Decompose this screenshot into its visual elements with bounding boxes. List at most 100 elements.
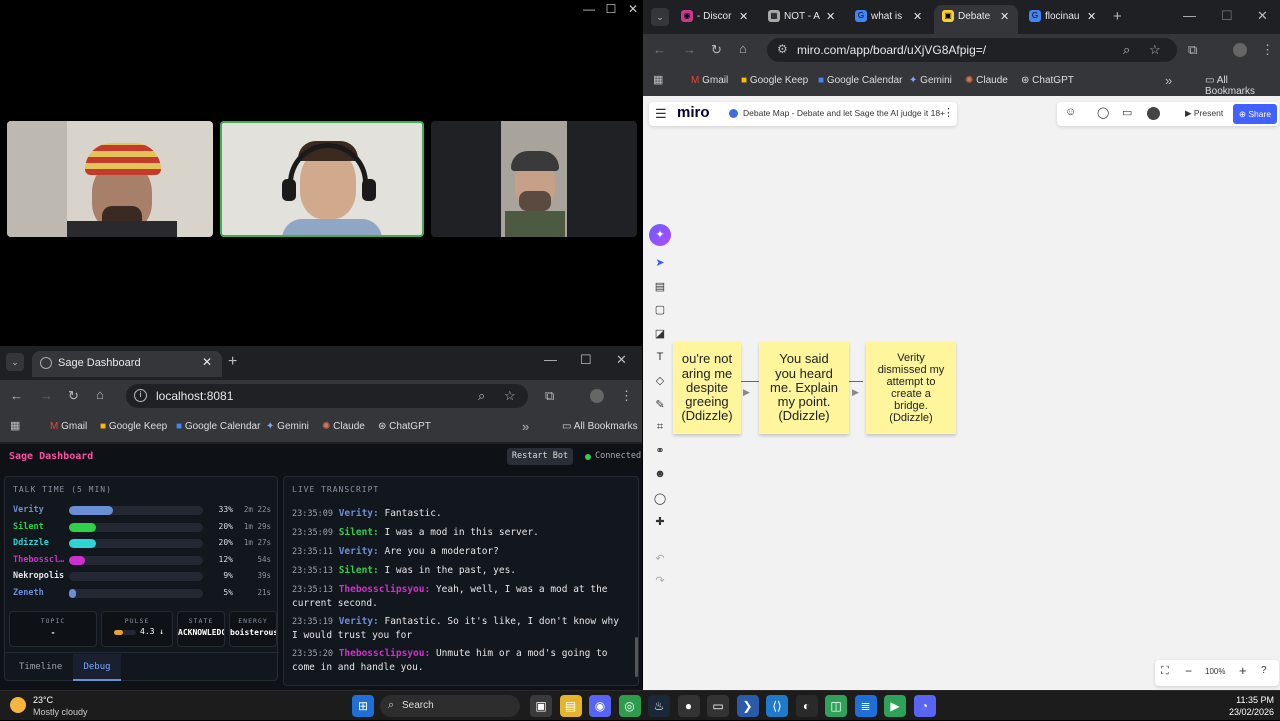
notepad-icon[interactable]: ≣ (854, 695, 877, 717)
comments-icon[interactable]: ◯ (1097, 106, 1109, 119)
bookmark-google-keep[interactable]: ■ Google Keep (100, 421, 167, 432)
bookmark-claude[interactable]: ✺ Claude (322, 421, 365, 432)
terminal-icon[interactable]: ▭ (707, 695, 729, 717)
apps-grid-icon[interactable]: ▦ (653, 73, 663, 86)
bookmark-google-calendar[interactable]: ■ Google Calendar (176, 421, 260, 432)
link-icon[interactable]: ⚭ (652, 444, 668, 460)
close-window-icon[interactable]: ✕ (1257, 8, 1268, 24)
zoom-icon[interactable]: ⌕ (1123, 42, 1130, 58)
tab-close-icon[interactable]: ✕ (1087, 10, 1096, 23)
profile-avatar[interactable] (590, 389, 604, 403)
present-button[interactable]: ▶ Present (1185, 108, 1223, 119)
video-icon[interactable]: ▭ (1122, 106, 1132, 119)
tab-timeline[interactable]: Timeline (19, 662, 62, 672)
tab-close-icon[interactable]: ✕ (1000, 10, 1009, 23)
fit-icon[interactable]: ⛶ (1161, 665, 1169, 678)
tab-search-icon[interactable]: ⌄ (651, 8, 669, 26)
templates-icon[interactable]: ▤ (652, 280, 668, 296)
widgets-icon[interactable]: ▣ (530, 695, 552, 717)
sticker-icon[interactable]: ☻ (652, 468, 668, 484)
close-window-icon[interactable]: ✕ (616, 352, 627, 368)
address-bar[interactable]: ⚙ miro.com/app/board/uXjVG8Afpig=/ ⌕ ☆ (767, 38, 1177, 62)
reload-icon[interactable]: ↻ (711, 42, 722, 58)
bookmark-chatgpt[interactable]: ⊛ ChatGPT (1021, 75, 1074, 86)
steam-icon[interactable]: ♨ (648, 695, 670, 717)
bookmark-claude[interactable]: ✺ Claude (965, 75, 1008, 86)
redo-icon[interactable]: ↷ (652, 574, 668, 590)
forward-icon[interactable]: → (683, 42, 696, 57)
discord-icon[interactable]: ◉ (589, 695, 611, 717)
address-bar[interactable]: i localhost:8081 ⌕ ☆ (126, 384, 528, 408)
tab-debug[interactable]: Debug (73, 654, 121, 681)
tab-sage-dashboard[interactable]: Sage Dashboard ✕ (32, 351, 222, 377)
all-bookmarks[interactable]: ▭ All Bookmarks (562, 421, 638, 432)
close-button[interactable]: ✕ (622, 2, 644, 16)
video-tile-3[interactable] (431, 121, 637, 237)
crop-icon[interactable]: ⌗ (652, 421, 668, 437)
user-avatar[interactable] (1147, 107, 1160, 120)
bookmark-google-calendar[interactable]: ■ Google Calendar (818, 75, 902, 86)
ai-assist-icon[interactable]: ✦ (649, 224, 671, 246)
bookmark-chatgpt[interactable]: ⊛ ChatGPT (378, 421, 431, 432)
teams-icon[interactable]: ◫ (825, 695, 847, 717)
tab-close-icon[interactable]: ✕ (202, 355, 212, 369)
browser-tab[interactable]: ◉ - Discor ✕ (673, 5, 757, 29)
tab-search-icon[interactable]: ⌄ (6, 353, 24, 371)
tab-close-icon[interactable]: ✕ (913, 10, 922, 23)
minimize-icon[interactable]: — (1183, 8, 1196, 23)
home-icon[interactable]: ⌂ (739, 41, 747, 56)
vscode-icon[interactable]: ⟨⟩ (766, 695, 788, 717)
maximize-button[interactable]: ☐ (600, 2, 622, 16)
windows-start-icon[interactable]: ⊞ (352, 695, 374, 717)
back-icon[interactable]: ← (653, 42, 666, 57)
browser-tab[interactable]: ▣ Debate ✕ (934, 5, 1018, 34)
help-icon[interactable]: ? (1261, 665, 1267, 676)
bookmark-star-icon[interactable]: ☆ (1149, 42, 1161, 58)
minimize-icon[interactable]: — (544, 352, 557, 367)
undo-icon[interactable]: ↶ (652, 552, 668, 568)
minimize-button[interactable]: — (578, 2, 600, 16)
info-icon[interactable]: i (134, 389, 147, 402)
menu-icon[interactable]: ⋮ (1261, 42, 1274, 58)
video-tile-2-active-speaker[interactable] (220, 121, 424, 237)
bookmark-google-keep[interactable]: ■ Google Keep (741, 75, 808, 86)
tab-close-icon[interactable]: ✕ (739, 10, 748, 23)
browser-tab[interactable]: Gflocinau ✕ (1021, 5, 1105, 29)
powershell-icon[interactable]: ❯ (736, 695, 759, 717)
scrollbar[interactable] (635, 637, 638, 677)
sticky-note-icon[interactable]: ◪ (652, 327, 668, 343)
video-tile-1[interactable] (7, 121, 213, 237)
zoom-out-icon[interactable]: − (1185, 664, 1192, 678)
extensions-icon[interactable]: ⧉ (545, 388, 554, 404)
sticky-note[interactable]: You said you heard me. Explain my point.… (759, 342, 849, 434)
board-menu-icon[interactable]: ⋮ (943, 106, 954, 119)
sticky-note[interactable]: ou're not aring me despite greeing (Ddizz… (673, 342, 741, 434)
board-title[interactable]: Debate Map - Debate and let Sage the AI … (743, 108, 945, 118)
frame-icon[interactable]: ▢ (652, 303, 668, 319)
back-icon[interactable]: ← (10, 388, 23, 403)
new-tab-icon[interactable]: + (228, 353, 237, 371)
bookmark-gmail[interactable]: M Gmail (50, 421, 87, 432)
more-bookmarks-icon[interactable]: » (1165, 73, 1172, 88)
extensions-icon[interactable]: ⧉ (1188, 42, 1197, 58)
browser-tab[interactable]: Gwhat is ✕ (847, 5, 931, 29)
comment-icon[interactable]: ◯ (652, 492, 668, 508)
site-settings-icon[interactable]: ⚙ (777, 42, 788, 56)
shapes-icon[interactable]: ◇ (652, 374, 668, 390)
reload-icon[interactable]: ↻ (68, 388, 79, 404)
weather-desc[interactable]: Mostly cloudy (33, 707, 88, 717)
browser-tab[interactable]: ▦ NOT - A ✕ (760, 5, 844, 29)
reactions-icon[interactable]: ☺ (1065, 106, 1076, 118)
menu-icon[interactable]: ⋮ (620, 388, 633, 404)
add-icon[interactable]: ✚ (652, 515, 668, 531)
profile-avatar[interactable] (1233, 43, 1247, 57)
spotify-icon[interactable]: ◐ (795, 695, 818, 717)
home-icon[interactable]: ⌂ (96, 387, 104, 402)
more-bookmarks-icon[interactable]: » (522, 419, 529, 434)
bookmark-star-icon[interactable]: ☆ (504, 388, 516, 404)
chrome-icon[interactable]: ◎ (618, 695, 641, 717)
file-explorer-icon[interactable]: ▤ (559, 695, 582, 717)
share-button[interactable]: ⊕ Share (1233, 104, 1277, 124)
weather-icon[interactable] (10, 697, 26, 713)
weather-temp[interactable]: 23°C (33, 695, 53, 705)
